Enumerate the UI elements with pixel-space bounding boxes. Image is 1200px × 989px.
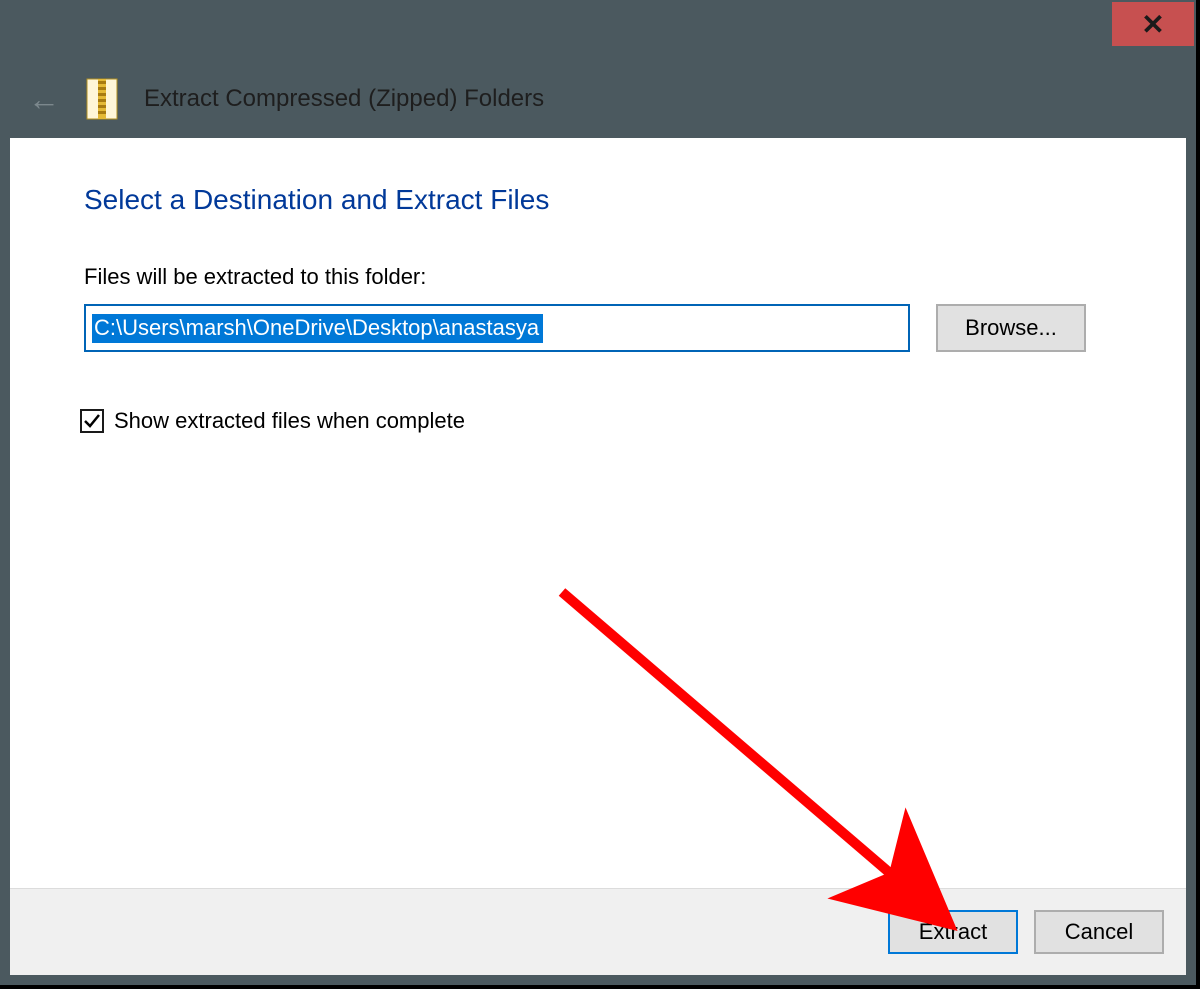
back-arrow-icon: ← [28, 83, 60, 115]
show-files-checkbox[interactable] [80, 409, 104, 433]
close-icon: ✕ [1141, 8, 1164, 41]
wizard-title: Extract Compressed (Zipped) Folders [144, 85, 544, 113]
titlebar: ✕ [2, 2, 1194, 60]
zip-folder-icon [86, 78, 118, 120]
wizard-footer: Extract Cancel [10, 888, 1186, 975]
show-files-label: Show extracted files when complete [114, 408, 465, 434]
wizard-body: Select a Destination and Extract Files F… [10, 138, 1186, 889]
checkmark-icon [83, 412, 101, 430]
page-heading: Select a Destination and Extract Files [84, 184, 1112, 216]
extract-button[interactable]: Extract [888, 910, 1018, 954]
close-button[interactable]: ✕ [1112, 2, 1194, 46]
cancel-button[interactable]: Cancel [1034, 910, 1164, 954]
extract-wizard-window: ✕ ← Extract Compressed (Zipped) Folders … [0, 0, 1196, 985]
destination-path-input[interactable]: C:\Users\marsh\OneDrive\Desktop\anastasy… [84, 304, 910, 352]
browse-button[interactable]: Browse... [936, 304, 1086, 352]
folder-label: Files will be extracted to this folder: [84, 264, 1112, 290]
show-files-option[interactable]: Show extracted files when complete [80, 408, 1112, 434]
wizard-header: ← Extract Compressed (Zipped) Folders [2, 60, 1194, 138]
destination-path-value: C:\Users\marsh\OneDrive\Desktop\anastasy… [92, 314, 543, 343]
destination-row: C:\Users\marsh\OneDrive\Desktop\anastasy… [84, 304, 1112, 352]
